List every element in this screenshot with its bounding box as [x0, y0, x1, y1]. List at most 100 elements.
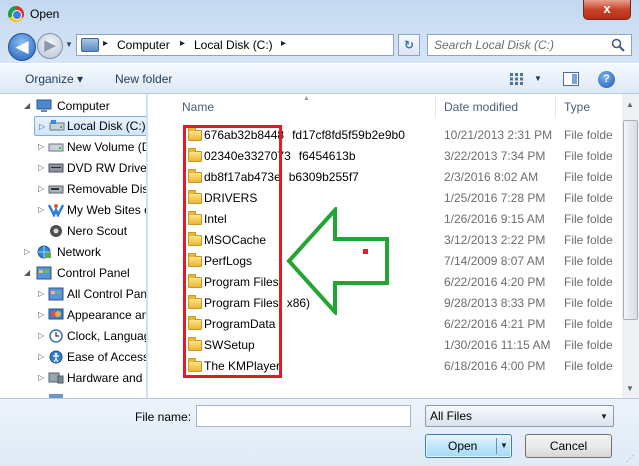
column-header-name[interactable]: Name [182, 94, 432, 120]
tree-item-hardware[interactable]: ▷ Hardware and S [0, 368, 146, 388]
column-divider[interactable] [555, 96, 556, 118]
search-input[interactable] [434, 37, 606, 53]
breadcrumb-separator[interactable]: ▸ [281, 38, 286, 49]
file-row[interactable]: DRIVERS 1/25/2016 7:28 PM File folde [148, 188, 639, 209]
chevron-down-icon[interactable]: ▼ [600, 412, 608, 421]
forward-button[interactable]: ▶ [37, 33, 63, 59]
column-divider[interactable] [435, 96, 436, 118]
resize-grip-icon[interactable]: ⋰ [626, 454, 634, 463]
tree-item-nero-scout[interactable]: Nero Scout [0, 221, 146, 241]
tree-item-my-web-sites[interactable]: ▷ My Web Sites o [0, 200, 146, 220]
expand-arrow-icon[interactable]: ▷ [39, 117, 45, 137]
views-dropdown-icon[interactable]: ▼ [534, 74, 542, 83]
file-list[interactable]: ▲ Name Date modified Type 676ab32b8448 fd… [148, 94, 639, 398]
tree-item-ease-of-access[interactable]: ▷ Ease of Access [0, 347, 146, 367]
file-name: MSOCache [204, 233, 267, 247]
dvd-icon [48, 163, 64, 173]
expand-arrow-icon[interactable]: ▷ [38, 305, 44, 325]
file-name: The KMPlayer [204, 359, 281, 373]
column-header-date-modified[interactable]: Date modified [444, 94, 554, 120]
file-date-modified: 2/3/2016 8:02 AM [444, 170, 539, 184]
expand-arrow-icon[interactable]: ▷ [24, 242, 30, 262]
file-row[interactable]: PerfLogs 7/14/2009 8:07 AM File folde [148, 251, 639, 272]
tree-item-local-disk[interactable]: ▷ Local Disk (C:) [34, 116, 146, 137]
address-bar[interactable]: ▸ Computer ▸ Local Disk (C:) ▸ ▼ [76, 34, 457, 56]
breadcrumb-separator[interactable]: ▸ [103, 38, 108, 49]
scrollbar-thumb[interactable] [623, 120, 638, 320]
back-button[interactable]: ◀ [8, 33, 36, 61]
navigation-pane[interactable]: ◢ Computer ▷ Local Disk (C:) ▷ New Volum… [0, 94, 147, 398]
folder-icon [188, 316, 202, 330]
breadcrumb-local-disk[interactable]: Local Disk (C:) [194, 38, 273, 52]
file-row[interactable]: MSOCache 3/12/2013 2:22 PM File folde [148, 230, 639, 251]
folder-icon [188, 169, 202, 183]
file-row[interactable]: Program Files 6/22/2016 4:20 PM File folde [148, 272, 639, 293]
close-button[interactable]: x [583, 0, 631, 20]
collapse-arrow-icon[interactable]: ◢ [24, 96, 30, 116]
refresh-button[interactable]: ↻ [398, 34, 420, 56]
expand-arrow-icon[interactable]: ▷ [38, 368, 44, 388]
tree-item-dvd-drive[interactable]: ▷ DVD RW Drive ( [0, 158, 146, 178]
file-row[interactable]: Program Files x86) 9/28/2013 8:33 PM File f… [148, 293, 639, 314]
open-dialog: Open x ◀ ▶ ▼ ▸ Computer ▸ Local Disk (C:… [0, 0, 639, 466]
views-icon[interactable] [510, 73, 524, 85]
tree-item-appearance[interactable]: ▷ Appearance an [0, 305, 146, 325]
column-header-type[interactable]: Type [564, 94, 619, 120]
file-name-input[interactable] [196, 405, 411, 427]
preview-pane-icon[interactable] [563, 72, 579, 86]
folder-icon [188, 127, 202, 141]
tree-item-new-volume[interactable]: ▷ New Volume (D [0, 137, 146, 157]
file-row[interactable]: 676ab32b8448 fd17cf8fd5f59b2e9b0 10/21/201… [148, 125, 639, 146]
file-row[interactable]: ProgramData 6/22/2016 4:21 PM File folde [148, 314, 639, 335]
file-name: ProgramData [204, 317, 276, 331]
file-row[interactable]: SWSetup 1/30/2016 11:15 AM File folde [148, 335, 639, 356]
expand-arrow-icon[interactable]: ▷ [38, 200, 44, 220]
search-icon[interactable] [611, 38, 625, 52]
file-type-select[interactable]: All Files ▼ [425, 405, 614, 427]
organize-button[interactable]: Organize ▾ [25, 72, 83, 86]
expand-arrow-icon[interactable]: ▷ [38, 137, 44, 157]
nero-icon [50, 225, 62, 237]
open-options-dropdown-icon[interactable]: ▼ [500, 441, 508, 450]
scroll-down-icon[interactable]: ▼ [626, 384, 634, 393]
file-row[interactable]: The KMPlayer 6/18/2016 4:00 PM File folde [148, 356, 639, 377]
file-type: File folde [564, 233, 613, 247]
expand-arrow-icon[interactable]: ▷ [38, 179, 44, 199]
tree-item-control-panel[interactable]: ◢ Control Panel [0, 263, 146, 283]
clock-icon [49, 329, 63, 343]
tree-item-clock-language[interactable]: ▷ Clock, Languag [0, 326, 146, 346]
tree-item-all-control-panel[interactable]: ▷ All Control Pan [0, 284, 146, 304]
hardware-icon [48, 372, 64, 384]
drive-icon [49, 120, 65, 131]
scroll-up-icon[interactable]: ▲ [626, 100, 634, 109]
breadcrumb-computer[interactable]: Computer [117, 38, 170, 52]
file-type: File folde [564, 338, 613, 352]
expand-arrow-icon[interactable]: ▷ [38, 347, 44, 367]
file-row[interactable]: Intel 1/26/2016 9:15 AM File folde [148, 209, 639, 230]
tree-item-network[interactable]: ▷ Network [0, 242, 146, 262]
file-type: File folde [564, 317, 613, 331]
tree-item-removable-disk[interactable]: ▷ Removable Dis [0, 179, 146, 199]
cancel-button[interactable]: Cancel [525, 434, 612, 458]
expand-arrow-icon[interactable]: ▷ [38, 158, 44, 178]
expand-arrow-icon[interactable]: ▷ [38, 326, 44, 346]
command-toolbar: Organize ▾ New folder ▼ ? [0, 63, 639, 94]
expand-arrow-icon[interactable]: ▷ [38, 284, 44, 304]
file-date-modified: 1/26/2016 9:15 AM [444, 212, 545, 226]
tree-item-more[interactable] [0, 389, 146, 398]
help-icon[interactable]: ? [598, 71, 615, 88]
tree-item-computer[interactable]: ◢ Computer [0, 96, 146, 116]
file-row[interactable]: db8f17ab473e b6309b255f7 2/3/2016 8:02 AM F… [148, 167, 639, 188]
search-box[interactable] [427, 34, 632, 56]
recent-pages-dropdown[interactable]: ▼ [65, 40, 73, 49]
breadcrumb-separator[interactable]: ▸ [180, 38, 185, 49]
file-type: File folde [564, 254, 613, 268]
file-name: PerfLogs [204, 254, 253, 268]
new-folder-button[interactable]: New folder [115, 72, 172, 86]
open-button[interactable]: Open ▼ [425, 434, 512, 458]
file-type: File folde [564, 275, 613, 289]
collapse-arrow-icon[interactable]: ◢ [24, 263, 30, 283]
file-row[interactable]: 02340e3327073 f6454613b 3/22/2013 7:34 PM F… [148, 146, 639, 167]
window-title: Open [30, 7, 60, 21]
file-name: Intel [204, 212, 227, 226]
